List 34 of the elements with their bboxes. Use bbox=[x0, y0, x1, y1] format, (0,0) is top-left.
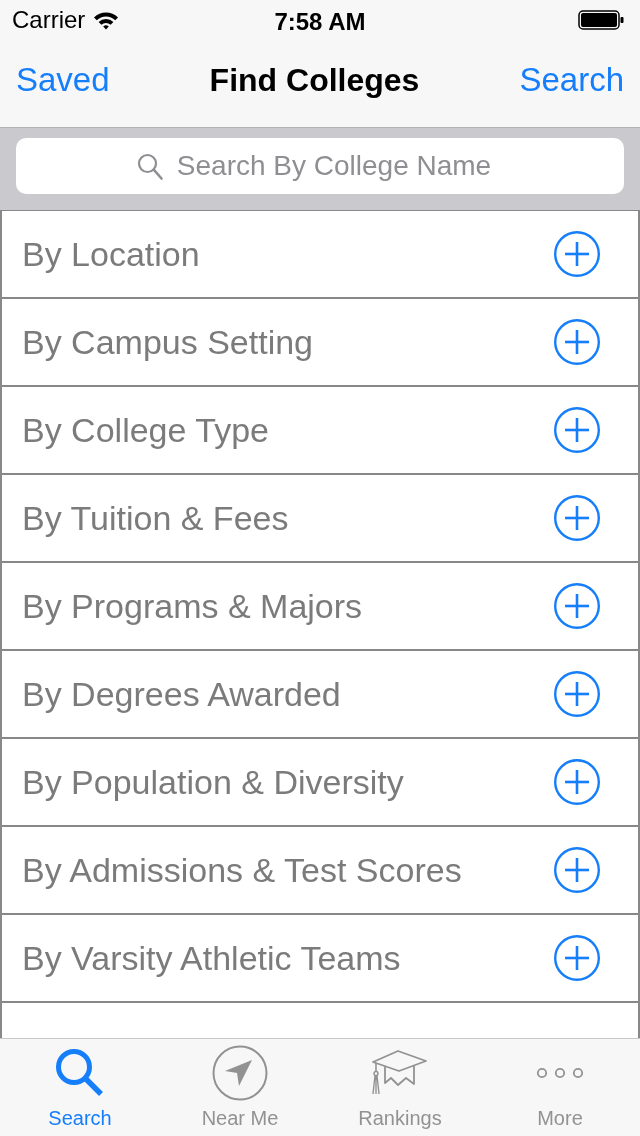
add-icon[interactable] bbox=[554, 495, 600, 541]
filter-row[interactable]: By Tuition & Fees bbox=[2, 475, 638, 563]
tab[interactable]: Rankings bbox=[320, 1039, 480, 1136]
filter-row[interactable]: By Degrees Awarded bbox=[2, 651, 638, 739]
filter-row[interactable]: By Location bbox=[2, 211, 638, 299]
more-icon bbox=[536, 1067, 584, 1079]
tab[interactable]: Near Me bbox=[160, 1039, 320, 1136]
battery-icon bbox=[578, 10, 624, 30]
search-field[interactable]: Search By College Name bbox=[16, 138, 624, 194]
filter-row[interactable]: By Population & Diversity bbox=[2, 739, 638, 827]
add-icon[interactable] bbox=[554, 319, 600, 365]
search-icon bbox=[55, 1048, 105, 1098]
filter-row[interactable]: By College Type bbox=[2, 387, 638, 475]
search-button[interactable]: Search bbox=[519, 59, 624, 100]
add-icon[interactable] bbox=[554, 671, 600, 717]
filter-row[interactable]: By Campus Setting bbox=[2, 299, 638, 387]
tab[interactable]: Search bbox=[0, 1039, 160, 1136]
add-icon[interactable] bbox=[554, 231, 600, 277]
saved-button[interactable]: Saved bbox=[16, 59, 110, 100]
wifi-icon bbox=[93, 10, 120, 30]
status-time: 7:58 AM bbox=[274, 7, 366, 37]
add-icon[interactable] bbox=[554, 583, 600, 629]
tab[interactable]: More bbox=[480, 1039, 640, 1136]
filter-row[interactable]: By Admissions & Test Scores bbox=[2, 827, 638, 915]
add-icon[interactable] bbox=[554, 759, 600, 805]
add-icon[interactable] bbox=[554, 407, 600, 453]
graduation-cap-icon bbox=[371, 1050, 429, 1096]
filter-row[interactable]: By Programs & Majors bbox=[2, 563, 638, 651]
search-icon bbox=[137, 153, 163, 180]
filter-row[interactable]: By Varsity Athletic Teams bbox=[2, 915, 638, 1003]
add-icon[interactable] bbox=[554, 935, 600, 981]
carrier-name: Carrier bbox=[12, 5, 86, 35]
add-icon[interactable] bbox=[554, 847, 600, 893]
page-title: Find Colleges bbox=[209, 60, 420, 100]
